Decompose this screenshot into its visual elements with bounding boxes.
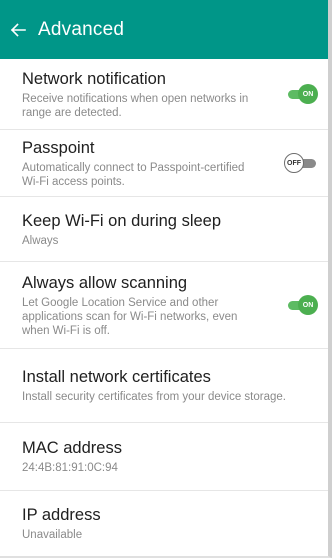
item-title: Network notification — [22, 69, 166, 88]
mac-address-item: MAC address 24:4B:81:91:0C:94 — [0, 423, 328, 491]
item-subtitle: Always — [22, 234, 59, 247]
page-title: Advanced — [38, 18, 125, 40]
ip-address-value: Unavailable — [22, 529, 83, 541]
mac-address-value: 24:4B:81:91:0C:94 — [22, 462, 118, 474]
item-title: IP address — [22, 506, 101, 524]
item-subtitle: Receive notifications when open networks… — [22, 92, 249, 119]
item-title: Install network certificates — [22, 368, 211, 386]
toggle-state-label: ON — [298, 295, 318, 315]
passpoint-item[interactable]: Passpoint Automatically connect to Passp… — [0, 130, 328, 197]
item-title: Passpoint — [22, 138, 95, 157]
install-network-certificates-item[interactable]: Install network certificates Install sec… — [0, 349, 328, 423]
always-allow-scanning-item[interactable]: Always allow scanning Let Google Locatio… — [0, 262, 328, 349]
settings-list: Network notification Receive notificatio… — [0, 59, 328, 556]
item-subtitle: Install security certificates from your … — [22, 391, 286, 403]
arrow-left-icon[interactable] — [8, 20, 28, 40]
app-bar: Advanced — [0, 0, 328, 59]
item-subtitle: Let Google Location Service and other ap… — [22, 296, 238, 337]
passpoint-toggle[interactable]: OFF — [284, 153, 318, 173]
keep-wifi-on-during-sleep-item[interactable]: Keep Wi-Fi on during sleep Always — [0, 197, 328, 262]
settings-screen: Advanced Network notification Receive no… — [0, 0, 332, 558]
toggle-state-label: ON — [298, 84, 318, 104]
item-subtitle: Automatically connect to Passpoint-certi… — [22, 161, 245, 188]
toggle-state-label: OFF — [284, 153, 304, 173]
item-title: Always allow scanning — [22, 273, 188, 292]
item-title: Keep Wi-Fi on during sleep — [22, 211, 222, 230]
ip-address-item: IP address Unavailable — [0, 491, 328, 556]
always-allow-scanning-toggle[interactable]: ON — [284, 295, 318, 315]
item-title: MAC address — [22, 439, 122, 457]
network-notification-item[interactable]: Network notification Receive notificatio… — [0, 59, 328, 130]
network-notification-toggle[interactable]: ON — [284, 84, 318, 104]
